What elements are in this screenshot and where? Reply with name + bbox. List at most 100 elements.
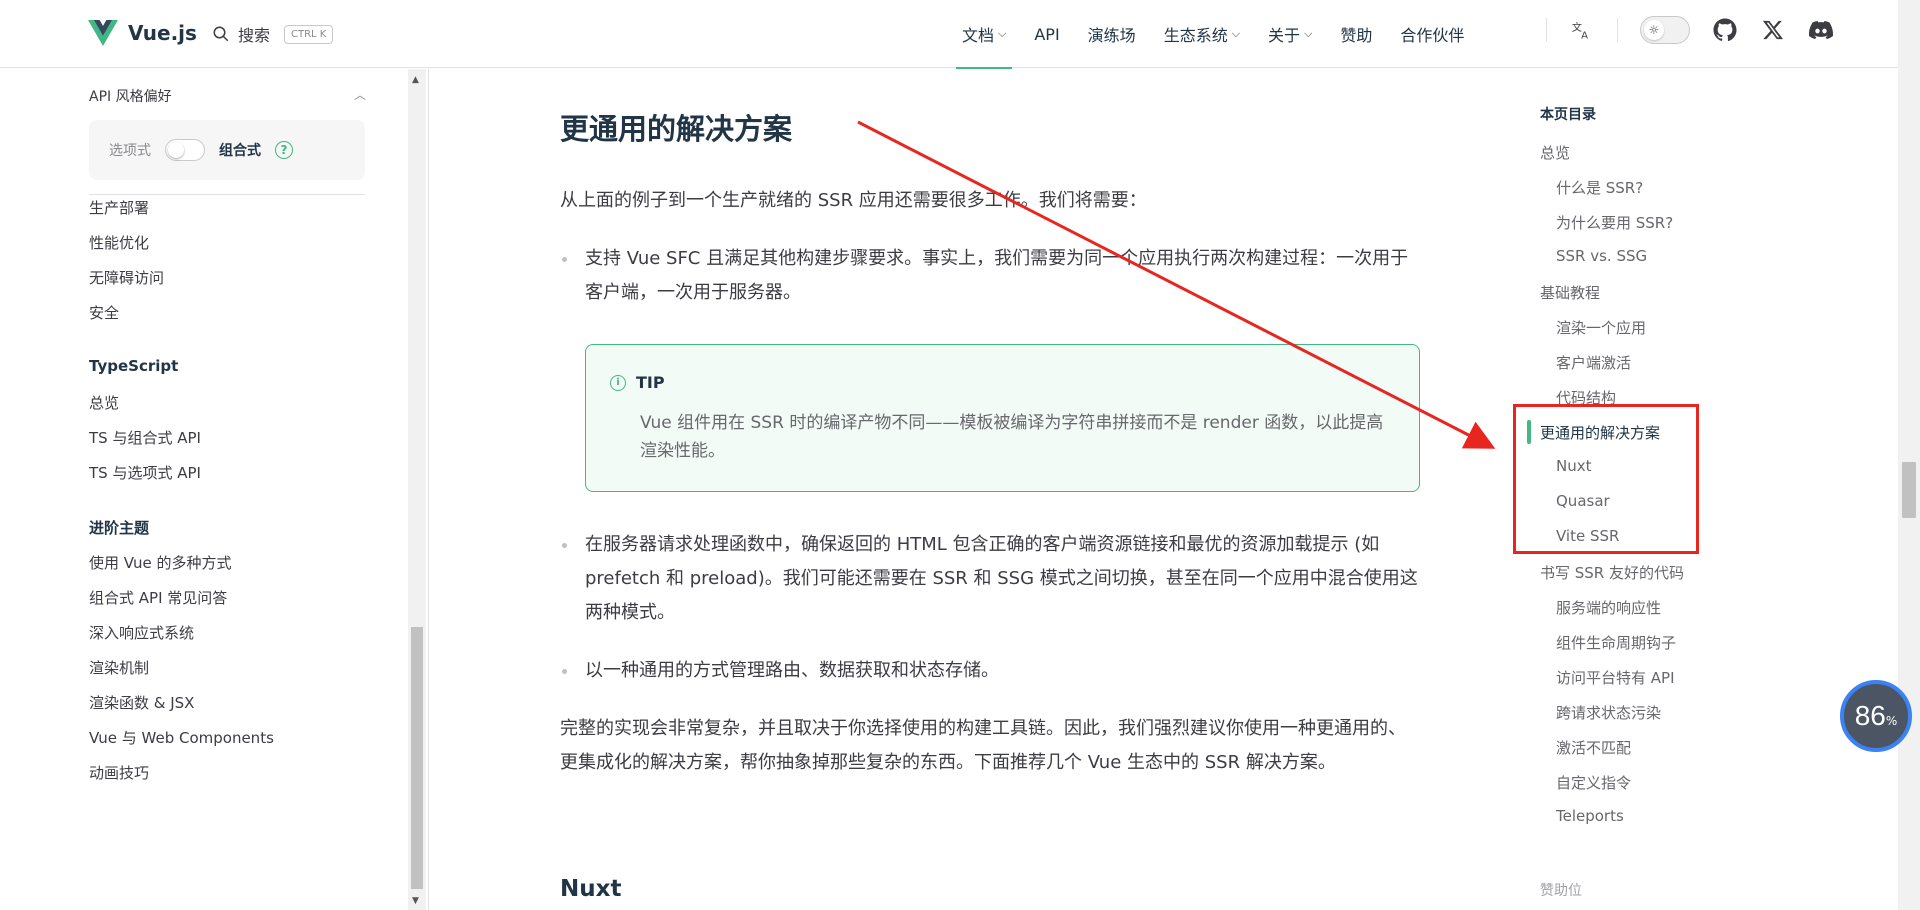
sun-icon: ☼ bbox=[1644, 20, 1664, 40]
sidebar-item-animation[interactable]: 动画技巧 bbox=[89, 762, 149, 783]
top-nav: Vue.js 搜索 CTRL K 文档 ⌵ API 演练场 生态系统 ⌵ 关于 … bbox=[0, 0, 1898, 69]
github-icon[interactable] bbox=[1712, 17, 1738, 43]
tip-header: i TIP bbox=[610, 373, 665, 392]
nav-docs-label: 文档 bbox=[962, 26, 995, 45]
vue-logo-icon bbox=[88, 20, 118, 46]
list-item: 以一种通用的方式管理路由、数据获取和状态存储。 bbox=[562, 654, 1420, 688]
sidebar-item-rendering[interactable]: 渲染机制 bbox=[89, 657, 149, 678]
nav-actions: 文A ☼ bbox=[1546, 16, 1834, 44]
toc-item[interactable]: 自定义指令 bbox=[1556, 772, 1631, 793]
toc-item[interactable]: 基础教程 bbox=[1540, 282, 1600, 303]
section-heading: 更通用的解决方案 bbox=[560, 112, 793, 146]
toc-item[interactable]: 客户端激活 bbox=[1556, 352, 1631, 373]
nav-api-label: API bbox=[1034, 24, 1060, 44]
chevron-down-icon: ⌵ bbox=[998, 27, 1007, 40]
toc-item[interactable]: 渲染一个应用 bbox=[1556, 317, 1646, 338]
page-scroll-thumb[interactable] bbox=[1902, 462, 1916, 518]
nav-about[interactable]: 关于 ⌵ bbox=[1268, 0, 1312, 68]
search-icon bbox=[213, 26, 229, 42]
nav-about-label: 关于 bbox=[1268, 26, 1301, 45]
sidebar-scroll-thumb[interactable] bbox=[411, 627, 423, 889]
nav-sponsor-label: 赞助 bbox=[1340, 26, 1373, 45]
page-scrollbar[interactable] bbox=[1898, 0, 1920, 910]
api-option-label[interactable]: 选项式 bbox=[109, 140, 151, 160]
nav-docs[interactable]: 文档 ⌵ bbox=[955, 0, 1013, 69]
chevron-down-icon: ⌵ bbox=[1304, 27, 1313, 40]
score-unit: % bbox=[1885, 714, 1898, 728]
performance-score-widget[interactable]: 86 % bbox=[1840, 680, 1912, 752]
tip-box: i TIP Vue 组件用在 SSR 时的编译产物不同——模板被编译为字符串拼接… bbox=[585, 344, 1420, 492]
toc-item[interactable]: 访问平台特有 API bbox=[1556, 667, 1675, 688]
toc-item[interactable]: 为什么要用 SSR? bbox=[1556, 212, 1673, 233]
nav-api[interactable]: API bbox=[1034, 0, 1059, 68]
nav-sponsor[interactable]: 赞助 bbox=[1340, 0, 1372, 68]
scroll-down-icon[interactable]: ▼ bbox=[412, 896, 419, 906]
sidebar-item-ts-composition[interactable]: TS 与组合式 API bbox=[89, 427, 201, 448]
logo-text: Vue.js bbox=[128, 21, 197, 45]
nav-ecosystem-label: 生态系统 bbox=[1163, 26, 1228, 45]
sidebar-item-ways-of-using[interactable]: 使用 Vue 的多种方式 bbox=[89, 552, 232, 573]
toc-item[interactable]: 服务端的响应性 bbox=[1556, 597, 1661, 618]
toc-title: 本页目录 bbox=[1540, 107, 1596, 123]
theme-switch[interactable]: ☼ bbox=[1640, 16, 1690, 44]
sidebar-item-composition-faq[interactable]: 组合式 API 常见问答 bbox=[89, 587, 227, 608]
sidebar-item-ts-overview[interactable]: 总览 bbox=[89, 392, 119, 413]
api-style-toggle[interactable] bbox=[165, 139, 205, 161]
toc-item[interactable]: 组件生命周期钩子 bbox=[1556, 632, 1676, 653]
tip-title: TIP bbox=[636, 373, 665, 392]
toc-item[interactable]: 什么是 SSR? bbox=[1556, 177, 1643, 198]
sidebar-item-render-function[interactable]: 渲染函数 & JSX bbox=[89, 692, 194, 713]
chevron-up-icon[interactable]: ︿ bbox=[354, 86, 366, 103]
sidebar-item-ts-options[interactable]: TS 与选项式 API bbox=[89, 462, 201, 483]
toc-item[interactable]: SSR vs. SSG bbox=[1556, 247, 1647, 265]
list-item: 在服务器请求处理函数中，确保返回的 HTML 包含正确的客户端资源链接和最优的资… bbox=[562, 528, 1420, 630]
list-item: 支持 Vue SFC 且满足其他构建步骤要求。事实上，我们需要为同一个应用执行两… bbox=[562, 242, 1420, 310]
toggle-knob bbox=[168, 142, 184, 158]
api-preference-box: 选项式 组合式 ? bbox=[89, 120, 365, 180]
translate-icon[interactable]: 文A bbox=[1569, 17, 1595, 43]
help-icon[interactable]: ? bbox=[275, 141, 293, 159]
nav-partners-label: 合作伙伴 bbox=[1400, 26, 1465, 45]
search-label: 搜索 bbox=[238, 26, 271, 45]
x-icon[interactable] bbox=[1760, 17, 1786, 43]
sidebar-group-advanced: 进阶主题 bbox=[89, 519, 150, 537]
tip-body: Vue 组件用在 SSR 时的编译产物不同——模板被编译为字符串拼接而不是 re… bbox=[640, 413, 1384, 461]
nav-playground-label: 演练场 bbox=[1087, 26, 1136, 45]
info-icon: i bbox=[610, 374, 626, 391]
logo[interactable]: Vue.js bbox=[88, 20, 197, 46]
sidebar-item-accessibility[interactable]: 无障碍访问 bbox=[89, 267, 164, 288]
sidebar-item-web-components[interactable]: Vue 与 Web Components bbox=[89, 727, 274, 748]
annotation-highlight-box bbox=[1513, 404, 1699, 554]
sidebar-scrollbar[interactable]: ▲ ▼ bbox=[408, 69, 426, 910]
toc-item[interactable]: Teleports bbox=[1556, 807, 1624, 825]
scroll-up-icon[interactable]: ▲ bbox=[412, 75, 419, 85]
nav-divider bbox=[1617, 18, 1618, 42]
nav-playground[interactable]: 演练场 bbox=[1088, 0, 1136, 68]
sponsor-label: 赞助位 bbox=[1540, 883, 1582, 899]
nav-divider bbox=[1546, 18, 1547, 42]
sidebar-item-reactivity[interactable]: 深入响应式系统 bbox=[89, 622, 194, 643]
toc-item[interactable]: 总览 bbox=[1540, 142, 1570, 163]
conclusion-paragraph: 完整的实现会非常复杂，并且取决于你选择使用的构建工具链。因此，我们强烈建议你使用… bbox=[560, 718, 1406, 773]
toc-item[interactable]: 书写 SSR 友好的代码 bbox=[1540, 562, 1684, 583]
sidebar bbox=[0, 69, 430, 910]
search-shortcut-badge: CTRL K bbox=[284, 24, 334, 44]
toc-item[interactable]: 跨请求状态污染 bbox=[1556, 702, 1661, 723]
api-composition-label[interactable]: 组合式 bbox=[219, 140, 261, 160]
nav-ecosystem[interactable]: 生态系统 ⌵ bbox=[1164, 0, 1240, 68]
main-nav: 文档 ⌵ API 演练场 生态系统 ⌵ 关于 ⌵ 赞助 合作伙伴 bbox=[955, 0, 1464, 69]
sidebar-item-security[interactable]: 安全 bbox=[89, 302, 119, 323]
search-button[interactable]: 搜索 CTRL K bbox=[212, 22, 334, 46]
sidebar-divider bbox=[89, 194, 365, 195]
discord-icon[interactable] bbox=[1808, 17, 1834, 43]
intro-paragraph: 从上面的例子到一个生产就绪的 SSR 应用还需要很多工作。我们将需要： bbox=[560, 190, 1147, 211]
chevron-down-icon: ⌵ bbox=[1231, 27, 1241, 40]
nav-partners[interactable]: 合作伙伴 bbox=[1400, 0, 1464, 68]
sidebar-group-typescript: TypeScript bbox=[89, 357, 179, 375]
sidebar-item-performance[interactable]: 性能优化 bbox=[89, 232, 149, 253]
svg-text:A: A bbox=[1581, 30, 1588, 41]
sidebar-item-production[interactable]: 生产部署 bbox=[89, 197, 149, 218]
api-preference-title: API 风格偏好 bbox=[89, 89, 172, 105]
toc-item[interactable]: 激活不匹配 bbox=[1556, 737, 1631, 758]
sidebar-divider bbox=[428, 69, 429, 910]
